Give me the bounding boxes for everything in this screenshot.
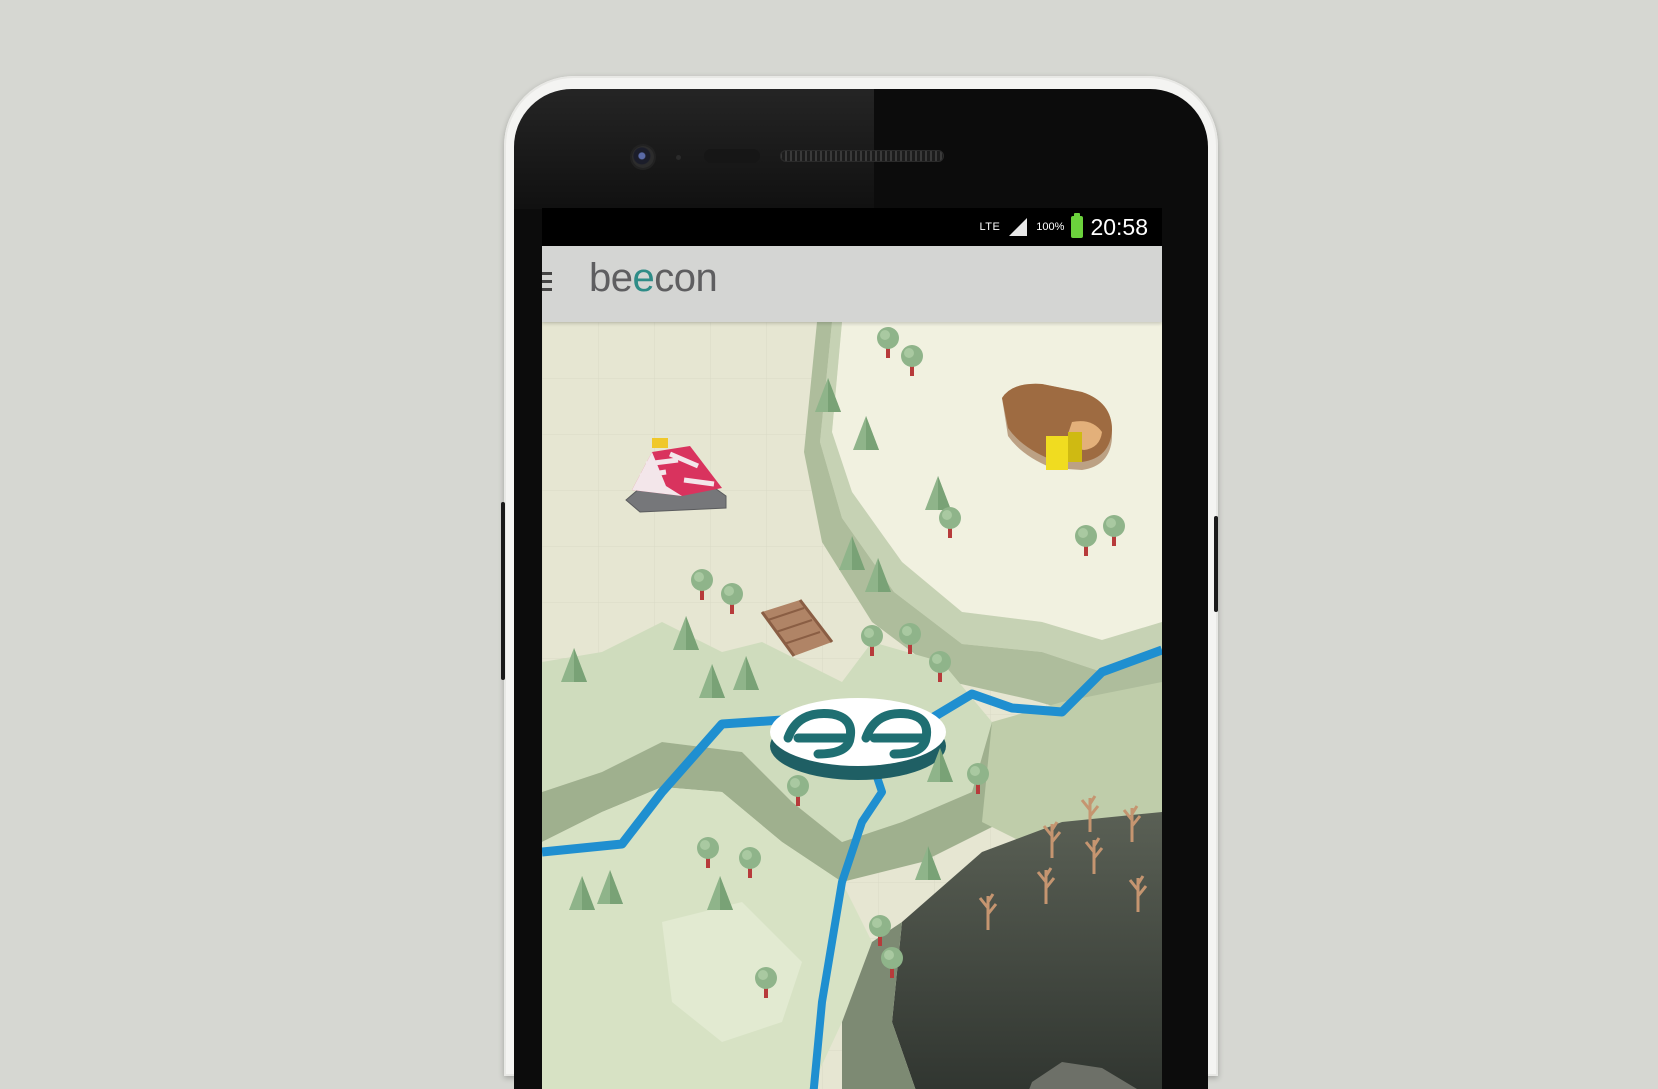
front-camera-icon [632, 146, 654, 168]
hamburger-menu-icon[interactable] [542, 272, 554, 294]
clock-time: 20:58 [1090, 213, 1148, 240]
app-title-start: be [589, 256, 633, 300]
phone-front-glass: LTE 100% 20:58 beecon [514, 89, 1208, 1089]
battery-percent: 100% [1036, 221, 1065, 233]
app-title-accent: e [632, 256, 655, 300]
proximity-sensor [704, 149, 760, 163]
battery-full-icon [1071, 213, 1084, 238]
light-sensor [676, 155, 681, 160]
earpiece-speaker [780, 150, 944, 162]
app-bar: beecon [542, 246, 1162, 322]
status-bar: LTE 100% 20:58 [542, 208, 1162, 246]
app-title-logo: beecon [589, 256, 718, 301]
phone-screen: LTE 100% 20:58 beecon [542, 208, 1162, 1089]
isometric-map[interactable] [542, 322, 1162, 1089]
app-title-end: con [654, 256, 718, 300]
network-type: LTE [979, 221, 1001, 233]
glass-reflection [514, 89, 874, 209]
signal-strength-icon [1009, 218, 1028, 236]
beacon-logo-marker[interactable] [770, 698, 946, 780]
volume-button [1214, 516, 1218, 612]
phone-body: LTE 100% 20:58 beecon [501, 76, 1218, 1089]
power-button [501, 502, 505, 680]
